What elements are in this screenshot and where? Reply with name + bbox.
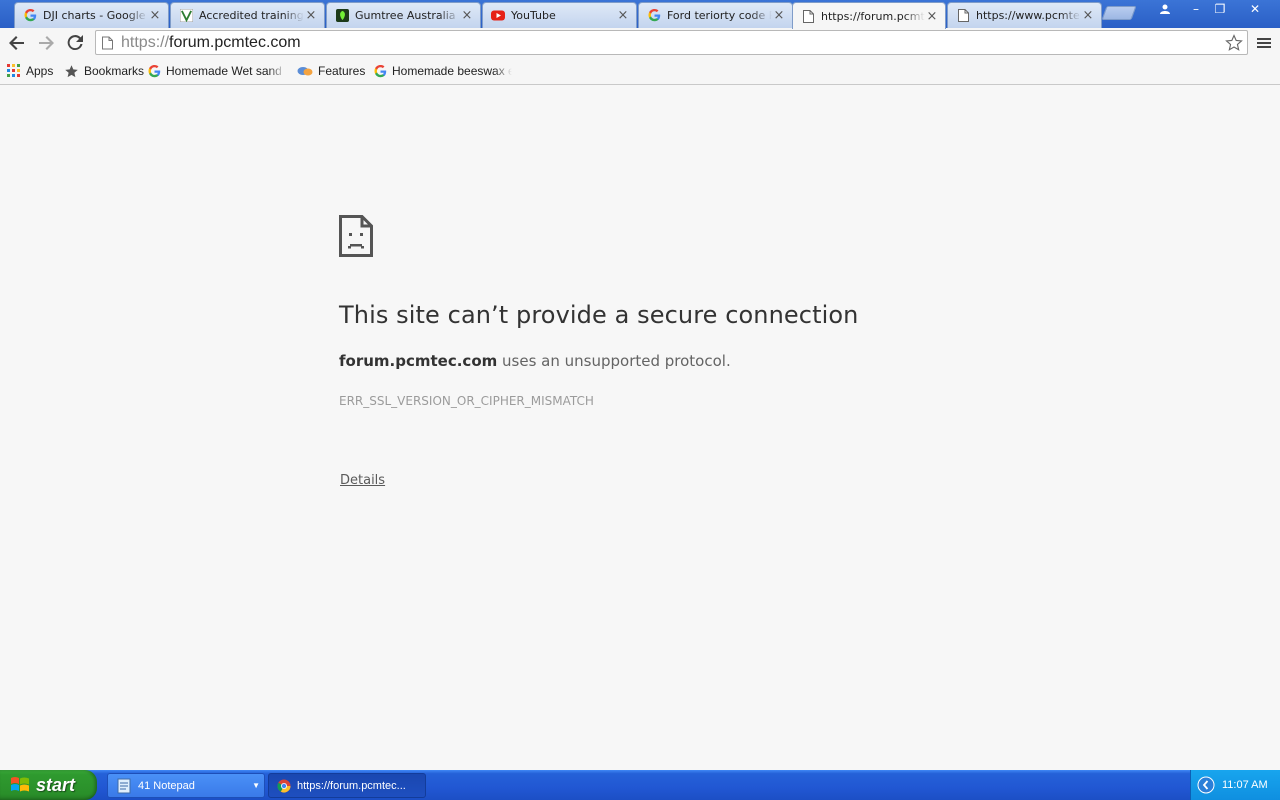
maximize-button[interactable]: ❐ <box>1208 0 1232 18</box>
bookmark-label: Homemade Wet sand Bla <box>166 64 286 78</box>
notepad-icon <box>117 778 131 793</box>
google-g-icon <box>148 64 161 77</box>
error-page: This site can’t provide a secure connect… <box>0 86 1280 770</box>
clock[interactable]: 11:07 AM <box>1222 779 1268 791</box>
tab-forum-pcmtec[interactable]: https://forum.pcmtec × <box>792 2 946 29</box>
bookmark-features[interactable]: Features <box>297 62 365 80</box>
page-icon <box>956 9 970 23</box>
bookmark-label: Homemade beeswax em <box>392 64 512 78</box>
forward-arrow-icon <box>39 36 54 50</box>
apps-grid-icon <box>7 64 20 77</box>
taskbar: start 41 Notepad ▼ https://forum.pcmtec.… <box>0 770 1280 800</box>
close-window-button[interactable]: ✕ <box>1240 0 1270 18</box>
task-label: https://forum.pcmtec... <box>297 779 406 792</box>
start-label: start <box>36 774 76 795</box>
tab-dji-charts[interactable]: DJI charts - Google S × <box>14 2 169 28</box>
close-tab-icon[interactable]: × <box>304 8 318 23</box>
tab-title: Accredited training : <box>199 9 304 22</box>
star-icon <box>65 64 78 77</box>
toolbar: https://forum.pcmtec.com <box>0 28 1280 58</box>
error-domain: forum.pcmtec.com <box>339 352 498 370</box>
tab-title: https://www.pcmtec <box>976 9 1081 22</box>
youtube-icon <box>491 9 505 23</box>
tab-www-pcmtec[interactable]: https://www.pcmtec × <box>947 2 1102 28</box>
tab-title: YouTube <box>511 9 556 22</box>
google-g-icon <box>374 64 387 77</box>
page-icon <box>801 9 815 23</box>
details-link[interactable]: Details <box>340 473 385 488</box>
sad-page-icon <box>339 215 373 257</box>
tab-title: Gumtree Australia | N <box>355 9 460 22</box>
new-tab-button[interactable] <box>1101 6 1137 20</box>
chevron-down-icon: ▼ <box>252 781 260 790</box>
close-tab-icon[interactable]: × <box>148 8 162 23</box>
menu-button[interactable] <box>1252 31 1276 55</box>
bookmark-label: Apps <box>26 64 54 78</box>
star-bookmark-icon[interactable] <box>1225 33 1243 52</box>
google-g-icon <box>23 9 37 23</box>
tab-title: DJI charts - Google S <box>43 9 148 22</box>
page-icon <box>102 36 113 49</box>
back-arrow-icon <box>9 36 24 50</box>
bookmark-wet-sand[interactable]: Homemade Wet sand Bla <box>148 62 286 80</box>
error-code: ERR_SSL_VERSION_OR_CIPHER_MISMATCH <box>339 394 594 408</box>
chrome-icon <box>277 779 291 793</box>
hamburger-menu-icon <box>1257 38 1271 48</box>
close-tab-icon[interactable]: × <box>772 8 786 23</box>
tab-youtube[interactable]: YouTube × <box>482 2 637 28</box>
reload-icon <box>67 35 83 51</box>
tab-accredited-training[interactable]: Accredited training : × <box>170 2 325 28</box>
close-tab-icon[interactable]: × <box>616 8 630 23</box>
taskbar-chrome-window[interactable]: https://forum.pcmtec... <box>268 773 426 798</box>
forward-button[interactable] <box>34 31 58 55</box>
profile-icon[interactable] <box>1152 0 1178 18</box>
bookmarks-bar: Apps Bookmarks Homemade Wet sand Bla Fea… <box>0 58 1280 85</box>
error-title: This site can’t provide a secure connect… <box>339 301 859 329</box>
tab-strip: DJI charts - Google S × Accredited train… <box>0 0 1280 29</box>
gumtree-icon <box>335 9 349 23</box>
google-g-icon <box>647 9 661 23</box>
close-tab-icon[interactable]: × <box>925 9 939 24</box>
url-host: forum.pcmtec.com <box>169 33 301 51</box>
tab-title: Ford teriorty code PL <box>667 9 772 22</box>
tab-ford-code[interactable]: Ford teriorty code PL × <box>638 2 793 28</box>
taskbar-notepad-group[interactable]: 41 Notepad ▼ <box>107 773 265 798</box>
url-scheme: https:// <box>121 33 170 51</box>
show-hidden-icons-icon[interactable] <box>1197 776 1215 794</box>
bookmark-apps[interactable]: Apps <box>7 62 53 80</box>
tab-title: https://forum.pcmtec <box>821 9 925 23</box>
task-label: 41 Notepad <box>138 779 195 792</box>
back-button[interactable] <box>5 31 29 55</box>
minimize-button[interactable]: – <box>1184 0 1208 18</box>
bookmark-label: Features <box>318 64 366 78</box>
features-icon <box>297 66 313 75</box>
error-description: forum.pcmtec.com uses an unsupported pro… <box>339 352 731 370</box>
system-tray: 11:07 AM <box>1190 770 1280 800</box>
close-tab-icon[interactable]: × <box>460 8 474 23</box>
site-v-icon <box>179 9 193 23</box>
bookmark-beeswax[interactable]: Homemade beeswax em <box>374 62 512 80</box>
bookmark-bookmarks-folder[interactable]: Bookmarks <box>64 62 144 80</box>
start-button[interactable]: start <box>0 770 97 800</box>
close-tab-icon[interactable]: × <box>1081 8 1095 23</box>
tab-gumtree[interactable]: Gumtree Australia | N × <box>326 2 481 28</box>
error-description-text: uses an unsupported protocol. <box>497 352 731 370</box>
windows-logo-icon <box>11 777 29 792</box>
reload-button[interactable] <box>63 31 87 55</box>
bookmark-label: Bookmarks <box>84 64 145 78</box>
address-bar[interactable]: https://forum.pcmtec.com <box>95 30 1248 55</box>
